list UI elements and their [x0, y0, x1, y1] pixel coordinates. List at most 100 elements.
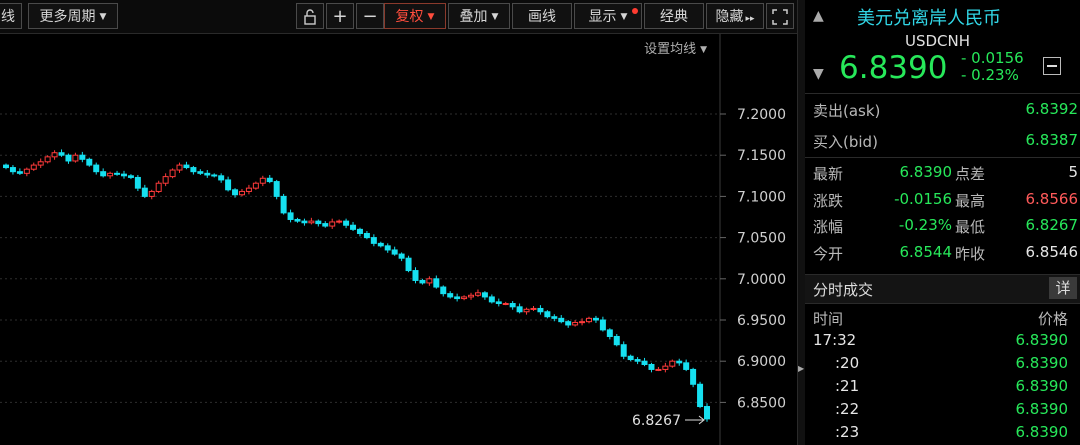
draw-line-button[interactable]: 画线 [512, 3, 572, 29]
candle-body [454, 296, 461, 300]
candle-body [398, 253, 405, 259]
candle-body [120, 173, 127, 177]
candle-body [252, 182, 259, 189]
classic-button[interactable]: 经典 [644, 3, 704, 29]
candle-body [16, 171, 23, 174]
y-axis: 7.2000 7.1500 7.1000 7.0500 7.0000 6.9500 6.90… [720, 107, 786, 411]
change-label: 涨跌 [813, 192, 844, 210]
chevron-down-icon: ▼ [491, 12, 499, 22]
price-column-header: 价格 [1037, 310, 1068, 328]
period-dropdown[interactable]: 更多周期 ▼ [28, 3, 118, 29]
zoom-out-button[interactable]: − [356, 3, 384, 29]
candle-body [586, 317, 593, 323]
candle-body [641, 360, 648, 365]
pct-label: 涨幅 [813, 218, 844, 236]
display-dropdown[interactable]: 显示 ▼ [574, 3, 642, 29]
hide-button[interactable]: 隐藏 ▸▸ [706, 3, 764, 29]
prev-symbol-icon[interactable]: ▲ [813, 8, 824, 24]
candle-body [232, 189, 239, 196]
candle-body [662, 365, 669, 370]
trade-time: :21 [835, 377, 860, 395]
candle-body [58, 152, 65, 156]
candle-body [419, 279, 426, 284]
divider [805, 157, 1080, 158]
y-tick-label: 7.2000 [737, 107, 786, 123]
trade-time: :22 [835, 400, 860, 418]
notification-dot [632, 8, 638, 14]
candle-body [495, 301, 502, 305]
y-tick-label: 6.8500 [737, 395, 786, 411]
price-change: - 0.0156 - 0.23% [961, 50, 1024, 84]
chevron-down-icon: ▼ [620, 12, 628, 22]
y-tick-label: 7.1500 [737, 148, 786, 164]
candle-body [433, 278, 440, 288]
candle-body [86, 158, 93, 166]
candle-body [544, 311, 551, 318]
candle-body [481, 292, 488, 298]
candle-body [79, 154, 86, 160]
change-detail-value: -0.0156 [894, 190, 952, 208]
candle-body [572, 321, 579, 326]
candle-body [301, 220, 308, 224]
candle-body [190, 167, 197, 173]
zoom-in-button[interactable]: + [326, 3, 354, 29]
candle-body [176, 164, 183, 171]
candle-body [579, 321, 586, 324]
candle-body [412, 270, 419, 281]
candle-body [204, 172, 211, 176]
candle-body [370, 237, 377, 244]
prev-close-value: 6.8546 [1025, 243, 1079, 261]
trade-time: :20 [835, 354, 860, 372]
trade-time: 17:32 [813, 331, 857, 349]
candle-body [592, 317, 599, 321]
remove-watchlist-button[interactable] [1043, 57, 1061, 75]
candle-body [23, 168, 30, 174]
candle-body [655, 368, 662, 371]
fullscreen-button[interactable] [766, 3, 794, 29]
fuquan-dropdown[interactable]: 复权 ▼ [384, 3, 446, 29]
low-label: 最低 [955, 218, 986, 236]
line-tab[interactable]: 线 [0, 3, 22, 29]
candle-body [509, 303, 516, 308]
candle-body [523, 308, 530, 313]
overlay-dropdown[interactable]: 叠加 ▼ [448, 3, 510, 29]
candle-body [65, 154, 72, 162]
y-tick-label: 7.0000 [737, 272, 786, 288]
candle-body [516, 306, 523, 313]
latest-value: 6.8390 [899, 163, 953, 181]
trade-price: 6.8390 [1015, 400, 1069, 418]
ask-value: 6.8392 [1025, 100, 1079, 118]
high-label: 最高 [955, 192, 986, 210]
candle-body [343, 220, 350, 226]
candle-body [9, 167, 16, 173]
y-tick-label: 7.1000 [737, 189, 786, 205]
candle-body [447, 293, 454, 298]
candle-body [315, 220, 322, 225]
candle-body [474, 292, 481, 296]
trade-price: 6.8390 [1015, 354, 1069, 372]
low-annotation: 6.8267 [632, 413, 705, 429]
candle-body [107, 172, 114, 177]
instrument-code: USDCNH [905, 32, 971, 50]
candle-body [3, 164, 9, 169]
ask-label: 卖出(ask) [813, 102, 881, 120]
chevron-down-icon: ▼ [427, 12, 435, 22]
candle-body [100, 171, 107, 177]
chevron-down-icon: ▼ [99, 12, 107, 22]
candle-body [37, 161, 44, 166]
trades-detail-button[interactable]: 详 [1049, 277, 1077, 299]
candle-body [606, 329, 613, 337]
candlestick-chart[interactable]: 7.2000 7.1500 7.1000 7.0500 7.0000 6.9500 6.90… [0, 34, 797, 445]
candle-body [30, 164, 37, 170]
candle-body [648, 363, 655, 370]
lock-button[interactable] [296, 3, 324, 29]
candle-body [266, 177, 273, 183]
double-arrow-right-icon: ▸▸ [745, 14, 755, 24]
y-tick-label: 6.9000 [737, 354, 786, 370]
candle-body [356, 228, 363, 234]
candle-body [377, 242, 384, 247]
trade-price: 6.8390 [1015, 377, 1069, 395]
candle-body [51, 152, 58, 158]
next-symbol-icon[interactable]: ▼ [813, 66, 824, 82]
candle-body [620, 344, 627, 357]
